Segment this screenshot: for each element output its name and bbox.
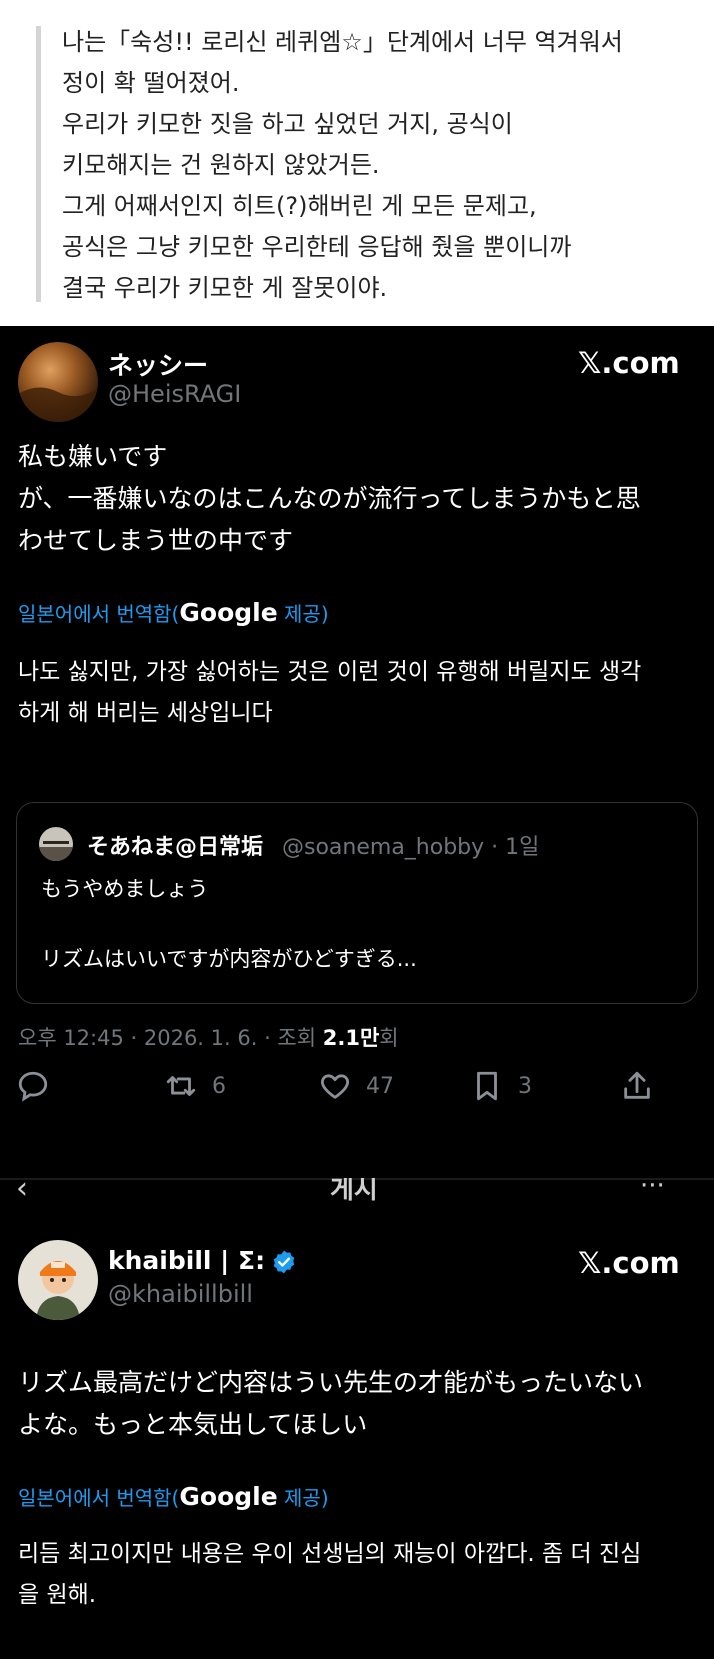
tweet-card: ネッシー @HeisRAGI 𝕏.com 私も嫌いです が、一番嫌いなのはこんな… xyxy=(0,326,714,1178)
quote-line: 나는「숙성!! 로리신 레퀴엠☆」단계에서 너무 역겨워서 xyxy=(62,28,623,56)
quoted-tweet[interactable]: そあねま@日常垢 @soanema_hobby · 1일 もうやめましょう リズ… xyxy=(16,802,698,1004)
tweet-body: 私も嫌いです が、一番嫌いなのはこんなのが流行ってしまうかもと思 わせてしまう世… xyxy=(18,436,698,562)
quoted-display-name: そあねま@日常垢 xyxy=(87,835,264,860)
quote-bar xyxy=(36,26,41,302)
quote-line: 그게 어째서인지 히트(?)해버린 게 모든 문제고, xyxy=(62,192,537,220)
handle[interactable]: @khaibillbill xyxy=(108,1280,253,1308)
avatar[interactable] xyxy=(18,342,98,422)
translation-prefix: 일본어에서 번역함( xyxy=(18,602,180,626)
back-arrow-icon[interactable]: ‹ xyxy=(16,1178,28,1204)
translation-suffix: 제공) xyxy=(277,1486,329,1510)
like-button[interactable]: 47 xyxy=(318,1061,394,1111)
share-button[interactable] xyxy=(620,1061,654,1111)
translated-line: 을 원해. xyxy=(18,1582,97,1608)
quote-line: 정이 확 떨어졌어. xyxy=(62,69,240,97)
quote-line: 우리가 키모한 짓을 하고 싶었던 거지, 공식이 xyxy=(62,110,513,138)
display-name[interactable]: ネッシー xyxy=(108,346,208,382)
quote-line: 공식은 그냥 키모한 우리한테 응답해 줬을 뿐이니까 xyxy=(62,233,572,261)
translation-prefix: 일본어에서 번역함( xyxy=(18,1486,180,1510)
tweet-meta: 오후 12:45 · 2026. 1. 6. · 조회 2.1만회 xyxy=(18,1022,399,1052)
tweet-line: リズム最高だけど内容はうい先生の才能がもったいない xyxy=(18,1368,644,1397)
handle[interactable]: @HeisRAGI xyxy=(108,380,241,408)
quote-line: 키모해지는 건 원하지 않았거든. xyxy=(62,151,380,179)
quoted-avatar xyxy=(39,827,73,861)
retweet-button[interactable]: 6 xyxy=(164,1061,226,1111)
tweet-card: khaibill | Σ: @khaibillbill 𝕏.com リズム最高だ… xyxy=(0,1226,714,1659)
source-label: 𝕏.com xyxy=(578,1246,680,1280)
quoted-handle: @soanema_hobby · 1일 xyxy=(282,835,540,860)
tweet-body: リズム最高だけど内容はうい先生の才能がもったいない よな。もっと本気出してほしい xyxy=(18,1362,698,1446)
translated-line: 나도 싫지만, 가장 싫어하는 것은 이런 것이 유행해 버릴지도 생각 xyxy=(18,659,642,685)
tweet-line: よな。もっと本気出してほしい xyxy=(18,1410,368,1439)
translated-line: 리듬 최고이지만 내용은 우이 선생님의 재능이 아깝다. 좀 더 진심 xyxy=(18,1541,642,1567)
display-name-row[interactable]: khaibill | Σ: xyxy=(108,1246,297,1275)
translation-suffix: 제공) xyxy=(277,602,329,626)
quoted-line: リズムはいいですが内容がひどすぎる... xyxy=(41,947,417,971)
like-count: 47 xyxy=(366,1073,394,1099)
view-suffix: 회 xyxy=(379,1026,399,1050)
bookmark-button[interactable]: 3 xyxy=(470,1061,532,1111)
reply-icon xyxy=(18,1071,48,1102)
retweet-count: 6 xyxy=(212,1073,226,1099)
quote-line: 결국 우리가 키모한 게 잘못이야. xyxy=(62,274,388,302)
cropped-header-strip: ‹ 게시 ··· xyxy=(0,1178,714,1226)
bookmark-count: 3 xyxy=(518,1073,532,1099)
display-name: khaibill | Σ: xyxy=(108,1246,266,1275)
translated-line: 하게 해 버리는 세상입니다 xyxy=(18,700,273,726)
reply-button[interactable] xyxy=(16,1061,50,1111)
tweet-line: 私も嫌いです xyxy=(18,442,168,471)
translated-text: 나도 싫지만, 가장 싫어하는 것은 이런 것이 유행해 버릴지도 생각 하게 … xyxy=(18,652,708,734)
avatar[interactable] xyxy=(18,1240,98,1320)
translation-notice[interactable]: 일본어에서 번역함(Google 제공) xyxy=(18,1482,329,1511)
translated-text: 리듬 최고이지만 내용은 우이 선생님의 재능이 아깝다. 좀 더 진심 을 원… xyxy=(18,1534,708,1616)
retweet-icon xyxy=(166,1076,196,1096)
action-bar: 6 47 3 xyxy=(0,1061,714,1111)
share-icon xyxy=(624,1071,650,1099)
tweet-line: わせてしまう世の中です xyxy=(18,526,294,555)
source-label: 𝕏.com xyxy=(578,346,680,380)
bookmark-icon xyxy=(477,1071,497,1101)
more-icon[interactable]: ··· xyxy=(640,1178,665,1199)
google-logo: Google xyxy=(179,598,278,627)
header-title: 게시 xyxy=(330,1178,378,1205)
view-count: 2.1만 xyxy=(322,1026,380,1050)
google-logo: Google xyxy=(179,1482,278,1511)
timestamp: 오후 12:45 · 2026. 1. 6. · 조회 xyxy=(18,1026,323,1050)
tweet-line: が、一番嫌いなのはこんなのが流行ってしまうかもと思 xyxy=(18,484,641,513)
quoted-line: もうやめましょう xyxy=(41,877,209,901)
quote-text: 나는「숙성!! 로리신 레퀴엠☆」단계에서 너무 역겨워서 정이 확 떨어졌어.… xyxy=(62,22,702,309)
translation-notice[interactable]: 일본어에서 번역함(Google 제공) xyxy=(18,598,329,627)
heart-icon xyxy=(321,1074,349,1099)
verified-badge-icon xyxy=(273,1250,295,1274)
quoted-text-block: 나는「숙성!! 로리신 레퀴엠☆」단계에서 너무 역겨워서 정이 확 떨어졌어.… xyxy=(0,0,714,326)
